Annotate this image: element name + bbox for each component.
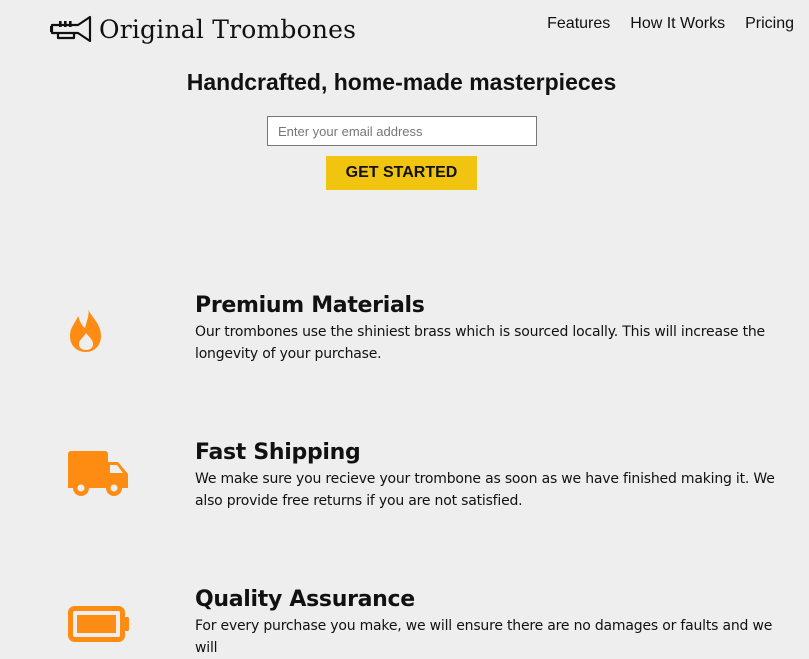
- feature-text: We make sure you recieve your trombone a…: [195, 471, 775, 509]
- page-header: Original Trombones Features How It Works…: [0, 0, 809, 60]
- logo-text: Original Trombones: [99, 14, 357, 44]
- hero-title: Handcrafted, home-made masterpieces: [186, 69, 617, 95]
- logo[interactable]: Original Trombones: [50, 14, 356, 44]
- battery-icon: [68, 606, 129, 642]
- fire-icon: [70, 307, 101, 352]
- feature-title: Premium Materials: [195, 293, 425, 318]
- feature-text: Our trombones use the shiniest brass whi…: [195, 324, 765, 362]
- nav-link-features[interactable]: Features: [547, 15, 610, 33]
- feature-title: Quality Assurance: [195, 587, 415, 612]
- feature-text: For every purchase you make, we will ens…: [195, 618, 773, 656]
- truck-icon: [68, 451, 128, 496]
- trumpet-icon: [50, 15, 92, 43]
- feature-title: Fast Shipping: [195, 440, 361, 465]
- nav-link-how-it-works[interactable]: How It Works: [630, 15, 725, 33]
- email-input[interactable]: [267, 116, 537, 146]
- nav-bar: Features How It Works Pricing: [547, 15, 794, 33]
- get-started-button[interactable]: GET STARTED: [326, 156, 477, 190]
- nav-link-pricing[interactable]: Pricing: [745, 15, 794, 33]
